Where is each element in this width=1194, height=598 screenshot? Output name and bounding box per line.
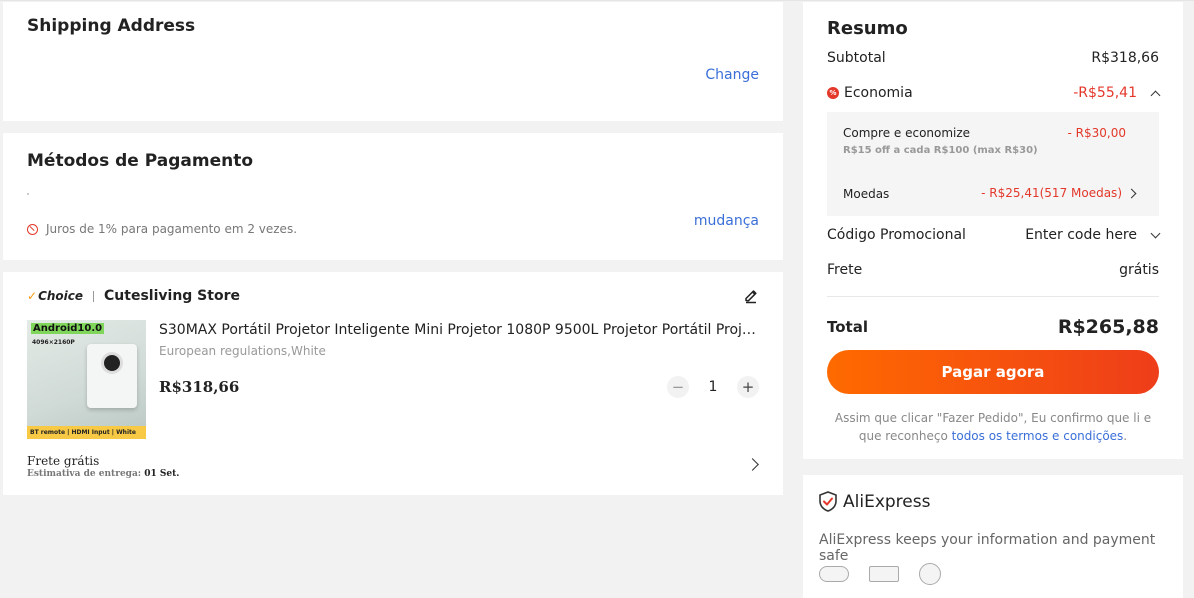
savings-breakdown: Compre e economize R$15 off a cada R$100… [827, 112, 1159, 216]
chevron-right-icon[interactable] [746, 458, 759, 471]
product-price: R$318,66 [159, 378, 240, 396]
subtotal-row: Subtotal R$318,66 [827, 50, 1159, 66]
buy-save-value: - R$30,00 [1067, 126, 1126, 140]
buy-save-detail: R$15 off a cada R$100 (max R$30) [843, 145, 1038, 156]
chevron-down-icon [1150, 228, 1161, 238]
free-shipping-label: Frete grátis [27, 454, 100, 468]
aliexpress-brand: AliExpress [819, 491, 930, 512]
resolution-label: 4096×2160P [32, 339, 75, 346]
summary-title: Resumo [827, 18, 908, 39]
shipping-label: Frete [827, 262, 863, 278]
coins-selector[interactable]: - R$25,41(517 Moedas) [981, 186, 1137, 200]
promo-code-row[interactable]: Código Promocional Enter code here [827, 227, 1161, 243]
shipping-value: grátis [1119, 262, 1159, 278]
terms-end: . [1123, 429, 1128, 443]
promo-placeholder[interactable]: Enter code here [1025, 227, 1137, 243]
order-card: ✓ Choice Cutesliving Store Android10.0 40… [3, 272, 783, 495]
pay-now-button[interactable]: Pagar agora [827, 350, 1159, 394]
increase-quantity-button[interactable]: + [737, 376, 759, 398]
buy-save-label: Compre e economize [843, 126, 971, 140]
summary-divider [827, 296, 1159, 297]
decrease-quantity-button[interactable]: − [667, 376, 689, 398]
coins-label: Moedas [843, 187, 890, 201]
savings-value: -R$55,41 [1073, 85, 1137, 101]
change-address-link[interactable]: Change [705, 67, 759, 83]
divider [93, 290, 95, 302]
product-variant: European regulations,White [159, 344, 326, 358]
projector-lens [101, 352, 123, 374]
promo-input-group[interactable]: Enter code here [1025, 227, 1161, 243]
delivery-date: 01 Set. [144, 469, 180, 479]
savings-row[interactable]: % Economia -R$55,41 [827, 85, 1161, 101]
change-payment-link[interactable]: mudança [694, 213, 759, 229]
coins-value: - R$25,41(517 Moedas) [981, 186, 1122, 200]
shipping-row: Frete grátis [827, 262, 1159, 278]
top-border [0, 0, 1194, 1]
no-interest-icon [27, 223, 38, 235]
trust-card: AliExpress AliExpress keeps your informa… [803, 475, 1183, 598]
payment-methods-card: Métodos de Pagamento Juros de 1% para pa… [3, 133, 783, 260]
security-badges [819, 563, 941, 585]
android-badge: Android10.0 [31, 323, 105, 334]
edit-icon[interactable] [743, 288, 759, 304]
seal-badge-icon [919, 563, 941, 585]
safety-text: AliExpress keeps your information and pa… [819, 532, 1156, 564]
check-icon: ✓ [27, 289, 38, 303]
savings-value-group: -R$55,41 [1073, 85, 1161, 101]
security-badge-icon [819, 566, 849, 582]
order-summary-card: Resumo Subtotal R$318,66 % Economia -R$5… [803, 2, 1183, 459]
quantity-stepper: − 1 + [667, 376, 759, 398]
chevron-right-icon [1126, 188, 1137, 198]
shield-check-icon [819, 491, 837, 512]
delivery-estimate: Estimativa de entrega: 01 Set. [27, 469, 179, 479]
store-name[interactable]: Cutesliving Store [104, 288, 240, 304]
brand-name: AliExpress [843, 491, 931, 512]
subtotal-value: R$318,66 [1091, 50, 1159, 66]
total-row: Total R$265,88 [827, 316, 1159, 338]
savings-label-group: % Economia [827, 85, 913, 101]
savings-label: Economia [844, 85, 913, 101]
product-features-bar: BT remote | HDMI Input | White [27, 426, 146, 439]
promo-label: Código Promocional [827, 227, 966, 243]
payment-title: Métodos de Pagamento [27, 151, 254, 171]
store-header: ✓ Choice Cutesliving Store [27, 288, 240, 304]
installment-note-text: Juros de 1% para pagamento em 2 vezes. [46, 222, 298, 236]
shipping-title: Shipping Address [27, 16, 196, 36]
verified-badge-icon [869, 566, 899, 582]
shipping-address-card: Shipping Address Change [3, 2, 783, 121]
chevron-up-icon[interactable] [1150, 90, 1161, 100]
payment-placeholder [27, 193, 29, 195]
product-name[interactable]: S30MAX Portátil Projetor Inteligente Min… [159, 322, 759, 338]
delivery-prefix: Estimativa de entrega: [27, 469, 142, 479]
terms-notice: Assim que clicar "Fazer Pedido", Eu conf… [827, 409, 1159, 445]
total-label: Total [827, 318, 868, 336]
choice-badge: ✓ Choice [27, 289, 83, 303]
installment-note: Juros de 1% para pagamento em 2 vezes. [27, 222, 297, 236]
quantity-value: 1 [708, 379, 718, 395]
product-image[interactable]: Android10.0 4096×2160P BT remote | HDMI … [27, 320, 146, 439]
choice-label: Choice [38, 289, 84, 303]
subtotal-label: Subtotal [827, 50, 886, 66]
total-value: R$265,88 [1057, 316, 1159, 338]
terms-link[interactable]: todos os termos e condições [952, 429, 1124, 443]
discount-icon: % [827, 87, 839, 99]
